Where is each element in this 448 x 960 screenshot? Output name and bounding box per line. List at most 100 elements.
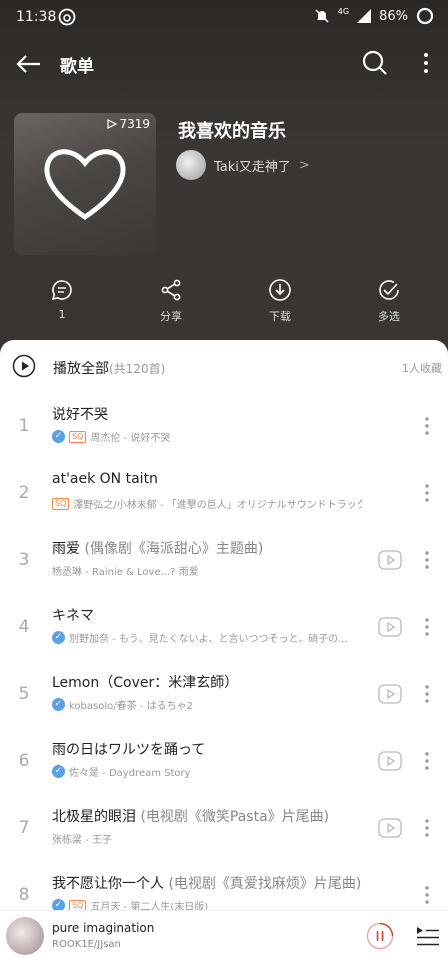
song-title-text: 北极星的眼泪 xyxy=(52,809,136,825)
song-subtitle: (偶像剧《海派甜心》主题曲) xyxy=(80,541,264,557)
play-count-icon xyxy=(107,119,118,129)
song-index: 7 xyxy=(18,818,30,838)
song-row[interactable]: 2 at'aek ON taitn SQ 澤野弘之/小林未郁 - 「進撃の巨人」オリジ… xyxy=(0,461,448,528)
song-subtitle: (电视剧《微笑Pasta》片尾曲) xyxy=(136,809,330,825)
page-title: 歌单 xyxy=(60,57,94,77)
song-meta: SQ 澤野弘之/小林未郁 - 「進撃の巨人」オリジナルサウンドトラック xyxy=(52,496,362,511)
netease-app-icon xyxy=(58,8,76,26)
song-more-icon[interactable] xyxy=(420,615,434,639)
share-label: 分享 xyxy=(160,310,182,323)
song-meta: ✓ SQ 周杰伦 - 说好不哭 xyxy=(52,429,170,444)
song-artist-album: 佐々是 - Daydream Story xyxy=(69,768,191,779)
multiselect-button[interactable]: 多选 xyxy=(354,278,424,324)
verified-check-icon: ✓ xyxy=(52,631,65,644)
comment-button[interactable]: 1 xyxy=(27,278,97,321)
song-title: キネマ xyxy=(52,605,94,625)
more-vertical-icon[interactable] xyxy=(414,48,438,78)
song-row[interactable]: 3 雨爱 (偶像剧《海派甜心》主题曲) 杨丞琳 - Rainie & Love...… xyxy=(0,528,448,595)
mv-play-icon[interactable] xyxy=(378,818,402,838)
song-more-icon[interactable] xyxy=(420,414,434,438)
creator-avatar xyxy=(176,150,206,180)
comment-icon xyxy=(51,280,72,301)
verified-check-icon: ✓ xyxy=(52,765,65,778)
song-more-icon[interactable] xyxy=(420,548,434,572)
song-index: 3 xyxy=(18,550,30,570)
song-title-text: Lemon（Cover：米津玄師） xyxy=(52,675,239,691)
mv-play-icon[interactable] xyxy=(378,751,402,771)
creator-link[interactable]: Taki又走神了 > xyxy=(176,150,310,180)
signal-icon xyxy=(357,9,372,23)
song-title-text: 雨爱 xyxy=(52,541,80,557)
song-artist-album: 別野加奈 - もう、見たくないよ、と言いつつそっと、硝子の... xyxy=(69,634,348,645)
playlist-title: 我喜欢的音乐 xyxy=(178,121,286,142)
now-playing-artist: ROOK1E/JJsan xyxy=(52,939,121,950)
play-all-row[interactable]: 播放全部(共120首) 1人收藏 xyxy=(0,340,448,394)
mv-play-icon[interactable] xyxy=(378,684,402,704)
now-playing-cover[interactable] xyxy=(6,917,44,955)
song-more-icon[interactable] xyxy=(420,481,434,505)
playlist-queue-icon[interactable] xyxy=(416,925,440,947)
mini-player[interactable]: pure imagination ROOK1E/JJsan xyxy=(0,910,448,960)
song-index: 6 xyxy=(18,751,30,771)
song-row[interactable]: 4 キネマ ✓ 別野加奈 - もう、見たくないよ、と言いつつそっと、硝子の... xyxy=(0,595,448,662)
song-more-icon[interactable] xyxy=(420,816,434,840)
song-more-icon[interactable] xyxy=(420,883,434,907)
song-row[interactable]: 7 北极星的眼泪 (电视剧《微笑Pasta》片尾曲) 张栋梁 - 王子 xyxy=(0,796,448,863)
mv-play-icon[interactable] xyxy=(378,617,402,637)
song-row[interactable]: 6 雨の日はワルツを踊って ✓ 佐々是 - Daydream Story xyxy=(0,729,448,796)
comment-count: 1 xyxy=(58,308,66,321)
song-meta: 张栋梁 - 王子 xyxy=(52,831,112,846)
song-title: 北极星的眼泪 (电视剧《微笑Pasta》片尾曲) xyxy=(52,806,329,826)
song-artist-album: 张栋梁 - 王子 xyxy=(52,835,112,846)
now-playing-title: pure imagination xyxy=(52,921,155,935)
check-circle-icon xyxy=(379,280,399,300)
mv-play-icon[interactable] xyxy=(378,550,402,570)
chevron-right-icon: > xyxy=(298,157,310,173)
sq-quality-icon: SQ xyxy=(69,430,87,443)
share-icon xyxy=(161,279,181,301)
song-title-text: at'aek ON taitn xyxy=(52,471,158,487)
song-row[interactable]: 5 Lemon（Cover：米津玄師） ✓ kobasolo/春茶 - はるちゃ2 xyxy=(0,662,448,729)
multiselect-label: 多选 xyxy=(378,310,400,323)
song-meta: ✓ 別野加奈 - もう、見たくないよ、と言いつつそっと、硝子の... xyxy=(52,630,348,645)
action-row: 1 分享 下载 多选 xyxy=(0,278,448,326)
song-row[interactable]: 8 我不愿让你一个人 (电视剧《真爱找麻烦》片尾曲) ✓ SQ 五月天 - 第二人生(末… xyxy=(0,863,448,910)
song-subtitle: (电视剧《真爱找麻烦》片尾曲) xyxy=(164,876,362,892)
download-icon xyxy=(269,279,291,301)
share-button[interactable]: 分享 xyxy=(136,278,206,324)
sq-quality-icon: SQ xyxy=(52,497,70,510)
song-index: 5 xyxy=(18,684,30,704)
song-more-icon[interactable] xyxy=(420,682,434,706)
back-arrow-icon[interactable] xyxy=(12,48,44,80)
verified-check-icon: ✓ xyxy=(52,899,65,910)
song-title-text: 说好不哭 xyxy=(52,407,108,423)
status-bar: 11:38 4G 86% xyxy=(0,0,448,36)
pause-icon[interactable] xyxy=(366,922,394,950)
creator-name: Taki又走神了 xyxy=(214,159,291,175)
mute-icon xyxy=(315,9,329,23)
song-meta: ✓ kobasolo/春茶 - はるちゃ2 xyxy=(52,697,193,712)
song-artist-album: 五月天 - 第二人生(末日版) xyxy=(90,902,209,910)
song-index: 8 xyxy=(18,885,30,905)
play-all-count: (共120首) xyxy=(109,362,166,376)
song-title: at'aek ON taitn xyxy=(52,471,158,487)
sq-quality-icon: SQ xyxy=(69,899,87,910)
song-meta: ✓ 佐々是 - Daydream Story xyxy=(52,764,191,779)
download-button[interactable]: 下载 xyxy=(245,278,315,324)
song-index: 1 xyxy=(18,416,30,436)
playlist-cover[interactable]: 7319 xyxy=(14,113,156,255)
play-circle-icon xyxy=(12,354,36,378)
song-title: 说好不哭 xyxy=(52,404,108,424)
network-label: 4G xyxy=(337,6,350,16)
battery-percent: 86% xyxy=(379,8,408,24)
song-artist-album: kobasolo/春茶 - はるちゃ2 xyxy=(69,701,193,712)
top-bar: 歌单 xyxy=(0,36,448,90)
song-title: 我不愿让你一个人 (电视剧《真爱找麻烦》片尾曲) xyxy=(52,873,361,893)
song-list-panel: 播放全部(共120首) 1人收藏 1 说好不哭 ✓ SQ 周杰伦 - 说好不哭 2 at'a… xyxy=(0,340,448,910)
song-row[interactable]: 1 说好不哭 ✓ SQ 周杰伦 - 说好不哭 xyxy=(0,394,448,461)
search-icon[interactable] xyxy=(360,48,390,78)
song-artist-album: 周杰伦 - 说好不哭 xyxy=(90,433,171,444)
song-more-icon[interactable] xyxy=(420,749,434,773)
play-all-label: 播放全部 xyxy=(53,361,109,377)
verified-check-icon: ✓ xyxy=(52,698,65,711)
